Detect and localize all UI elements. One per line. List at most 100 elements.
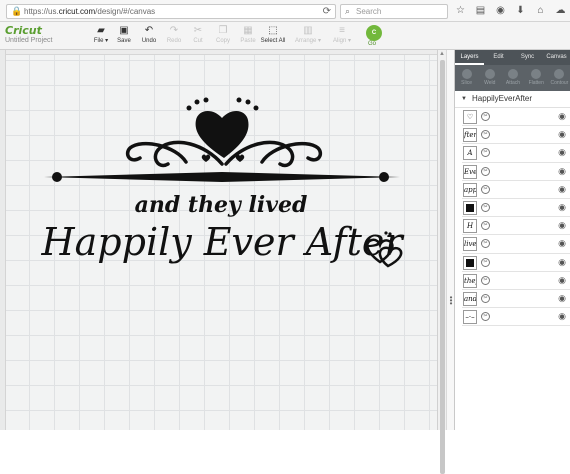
cut-type-icon[interactable]: ✂ [481,275,490,285]
layer-row[interactable]: appily ✂ ◉ [462,180,570,199]
eye-icon[interactable]: ◉ [558,239,566,248]
layer-row[interactable]: fter ✂ ◉ [462,126,570,145]
group-name: HappilyEverAfter [472,94,533,103]
search-icon: ⌕ [345,6,351,16]
eye-icon[interactable]: ◉ [558,112,566,121]
canvas-scrollbar[interactable]: ▲ [437,50,446,474]
layer-thumbnail: Ever [463,164,477,179]
layer-row[interactable]: and ✂ ◉ [462,289,570,309]
pocket-icon[interactable]: ◉ [494,4,507,18]
layer-row[interactable]: –·– ✂ ◉ [462,308,570,327]
panel-tabs: Layers Edit Sync Canvas [455,50,570,65]
layer-row[interactable]: H ✂ ◉ [462,217,570,236]
chat-icon[interactable]: ☁ [554,4,567,18]
layer-thumbnail [463,255,477,270]
design-canvas[interactable]: and they lived Happily Ever After [0,50,437,430]
layer-thumbnail: ♡ [463,110,477,124]
cricut-logo[interactable]: Cricut [5,24,42,37]
attach-button[interactable]: Attach [501,65,524,91]
layer-tools: Slice Weld Attach Flatten Contour [455,65,570,91]
cut-type-icon[interactable]: ✂ [481,312,490,322]
eye-icon[interactable]: ◉ [558,130,566,139]
eye-icon[interactable]: ◉ [558,312,566,321]
url-text: https://us.cricut.com/design/#/canvas [24,7,156,16]
go-button[interactable]: C [366,25,382,41]
cut-type-icon[interactable]: ✂ [481,239,490,249]
cut-type-icon[interactable]: ✂ [481,202,490,212]
arrange-button[interactable]: ▥ Arrange ▾ [292,25,324,49]
contour-button[interactable]: Contour [548,65,570,91]
download-icon[interactable]: ⬇ [514,4,527,18]
eye-icon[interactable]: ◉ [558,221,566,230]
layer-thumbnail: lived [463,237,477,252]
search-input[interactable]: ⌕ Search [340,4,448,19]
design-artwork[interactable]: and they lived Happily Ever After [0,50,437,430]
layer-thumbnail [463,200,477,215]
cut-type-icon[interactable]: ✂ [481,257,490,267]
layer-thumbnail: they [463,273,477,288]
dot-shape [203,97,209,103]
panel-splitter[interactable]: • • • [446,50,454,430]
scroll-up-icon[interactable]: ▲ [439,51,445,57]
collapse-icon[interactable]: ▼ [461,96,467,102]
select-all-icon: ⬚ [268,25,278,36]
layer-group[interactable]: ▼ HappilyEverAfter [455,91,570,108]
cut-type-icon[interactable]: ✂ [481,148,490,158]
text-and-they-lived[interactable]: and they lived [135,192,308,218]
eye-icon[interactable]: ◉ [558,293,566,303]
eye-icon[interactable]: ◉ [558,184,566,194]
cut-type-icon[interactable]: ✂ [481,293,490,303]
layer-row[interactable]: lived ✂ ◉ [462,235,570,254]
layer-row[interactable]: Ever ✂ ◉ [462,162,570,181]
lock-icon: 🔒 [11,6,23,16]
tab-sync[interactable]: Sync [513,50,542,65]
align-button[interactable]: ≡ Align ▾ [327,25,357,49]
slice-button[interactable]: Slice [455,65,478,91]
layers-panel: Layers Edit Sync Canvas Slice Weld Attac… [454,50,570,430]
tab-edit[interactable]: Edit [484,50,513,65]
drag-handle-icon[interactable]: • • • [449,294,453,308]
layer-thumbnail: –·– [463,310,477,325]
weld-button[interactable]: Weld [478,65,501,91]
dot-shape [253,105,259,111]
bar-end-dot [379,172,389,182]
layer-row[interactable]: ♡ ✂ ◉ [462,108,570,127]
select-all-button[interactable]: ⬚ Select All [258,25,288,49]
eye-icon[interactable]: ◉ [558,275,566,285]
slice-icon [461,69,472,79]
contour-icon [554,69,565,79]
attach-icon [508,69,518,79]
eye-icon[interactable]: ◉ [558,148,566,157]
layer-thumbnail: H [463,219,477,234]
eye-icon[interactable]: ◉ [558,166,566,176]
reload-icon[interactable]: ⟳ [323,6,331,18]
layer-row[interactable]: ✂ ◉ [462,198,570,218]
tab-canvas[interactable]: Canvas [542,50,570,65]
layer-thumbnail: fter [463,128,477,143]
app-toolbar: Cricut Untitled Project ▰ File ▾ ▣ Save … [0,22,570,50]
dot-shape [186,105,192,111]
star-icon[interactable]: ☆ [454,4,467,18]
text-happily-ever-after[interactable]: Happily Ever After [41,220,406,264]
cut-type-icon[interactable]: ✂ [481,130,490,140]
address-bar[interactable]: 🔒 https://us.cricut.com/design/#/canvas … [6,4,336,19]
left-ruler [0,50,6,430]
tab-layers[interactable]: Layers [455,50,484,65]
cut-type-icon[interactable]: ✂ [481,112,490,121]
cut-type-icon[interactable]: ✂ [481,166,490,176]
divider-bar [44,172,400,182]
eye-icon[interactable]: ◉ [558,257,566,267]
layer-thumbnail: appily [463,182,477,197]
clipboard-icon[interactable]: ▤ [474,4,487,18]
cut-type-icon[interactable]: ✂ [481,221,490,231]
scrollbar-thumb[interactable] [440,60,445,474]
home-icon[interactable]: ⌂ [534,4,547,18]
layer-row[interactable]: A ✂ ◉ [462,144,570,163]
layer-row[interactable]: ✂ ◉ [462,253,570,272]
eye-icon[interactable]: ◉ [558,202,566,212]
flatten-button[interactable]: Flatten [525,65,548,91]
dot-shape [245,99,251,105]
flatten-icon [531,69,542,79]
layer-row[interactable]: they ✂ ◉ [462,271,570,290]
cut-type-icon[interactable]: ✂ [481,184,490,194]
